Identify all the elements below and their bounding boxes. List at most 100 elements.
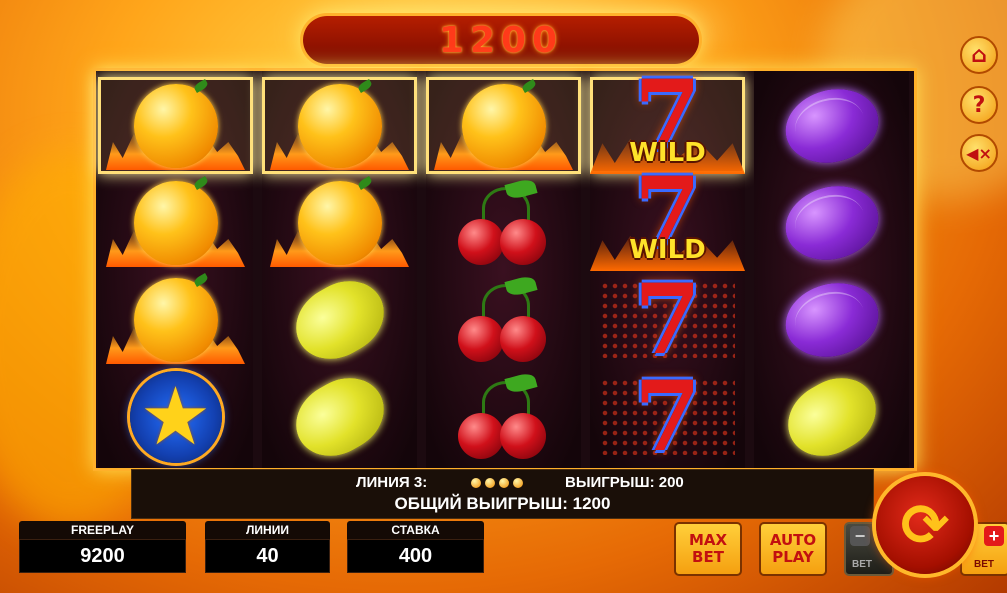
orange-icon: [461, 78, 546, 168]
symbol: [98, 174, 253, 271]
reel-cell: [262, 266, 417, 373]
orange-icon: [471, 478, 481, 488]
symbol: [426, 368, 581, 465]
lemon-icon: [774, 363, 889, 470]
orange-icon: [133, 175, 218, 265]
lines-label: ЛИНИИ: [205, 521, 330, 539]
max-bet-label: BET: [692, 548, 724, 566]
orange-icon: [485, 478, 495, 488]
line-number-label: ЛИНИЯ 3:: [356, 474, 428, 491]
freeplay-display: FREEPLAY 9200: [19, 521, 186, 573]
reel-cell: [98, 271, 253, 368]
reel-2: [262, 71, 417, 470]
symbol: [262, 266, 417, 373]
plum-icon: [776, 272, 887, 367]
lines-value: 40: [205, 539, 330, 573]
reel-cell: 7: [590, 368, 745, 465]
symbol: [754, 77, 909, 174]
reel-cell: [98, 174, 253, 271]
plum-icon: [776, 175, 887, 270]
symbol: [262, 77, 417, 174]
minus-icon: −: [850, 526, 870, 546]
reel-cell: [426, 174, 581, 271]
reel-cell: 7: [590, 271, 745, 368]
help-icon: ?: [972, 92, 986, 118]
reels-area: ★ 7 WILD 7 WILD 7 7: [93, 67, 917, 471]
symbol: 7 WILD: [590, 164, 745, 271]
reel-cell: [754, 174, 909, 271]
win-counter: 1200: [303, 16, 699, 64]
symbol: [98, 271, 253, 368]
cherry-icon: [454, 370, 554, 459]
sound-off-icon: ◀×: [966, 143, 992, 163]
auto-play-label: PLAY: [772, 548, 814, 566]
reel-3: [426, 71, 581, 468]
max-bet-button[interactable]: MAX BET: [674, 522, 742, 576]
lines-display: ЛИНИИ 40: [205, 521, 330, 573]
orange-icon: [499, 478, 509, 488]
line-win-label: ВЫИГРЫШ: 200: [565, 474, 684, 491]
help-button[interactable]: ?: [960, 86, 998, 124]
freeplay-value: 9200: [19, 539, 186, 573]
symbol: ★: [98, 368, 253, 465]
home-icon: ⌂: [971, 42, 987, 68]
max-bet-label: MAX: [688, 531, 728, 549]
spin-icon: ⟳: [900, 491, 950, 559]
symbol: 7: [590, 271, 745, 368]
symbol: [754, 174, 909, 271]
symbol: [754, 363, 909, 470]
win-counter-value: 1200: [438, 19, 564, 61]
spin-button[interactable]: ⟳: [876, 476, 974, 574]
star-scatter-icon: ★: [129, 370, 222, 463]
symbol: [426, 174, 581, 271]
plum-icon: [776, 78, 887, 173]
auto-play-label: AUTO: [769, 531, 817, 549]
reel-cell: [754, 271, 909, 368]
symbol: [262, 174, 417, 271]
orange-icon: [297, 175, 382, 265]
orange-icon: [513, 478, 523, 488]
symbol: [426, 77, 581, 174]
reel-cell: [754, 363, 909, 470]
sound-button[interactable]: ◀×: [960, 134, 998, 172]
reel-cell: [98, 77, 253, 174]
win-info-panel: ЛИНИЯ 3: ВЫИГРЫШ: 200 ОБЩИЙ ВЫИГРЫШ: 120…: [131, 469, 874, 519]
bet-minus-label: BET: [852, 559, 872, 570]
reel-cell: [262, 77, 417, 174]
total-win-label: ОБЩИЙ ВЫИГРЫШ: 1200: [394, 494, 611, 513]
symbol: [426, 271, 581, 368]
seven-icon: 7: [634, 359, 701, 473]
bet-display: СТАВКА 400: [347, 521, 484, 573]
symbol: [262, 363, 417, 470]
reel-cell: [426, 368, 581, 465]
lemon-icon: [282, 266, 397, 373]
bet-value: 400: [347, 539, 484, 573]
reel-cell: [426, 77, 581, 174]
lemon-icon: [282, 363, 397, 470]
reel-4: 7 WILD 7 WILD 7 7: [590, 67, 745, 468]
auto-play-button[interactable]: AUTO PLAY: [759, 522, 827, 576]
symbol: 7: [590, 368, 745, 465]
freeplay-label: FREEPLAY: [19, 521, 186, 539]
orange-icon: [133, 78, 218, 168]
reel-cell: 7 WILD: [590, 164, 745, 271]
cherry-icon: [454, 273, 554, 362]
reel-cell: [426, 271, 581, 368]
reel-cell: ★: [98, 368, 253, 465]
symbol: [754, 271, 909, 368]
orange-icon: [133, 272, 218, 362]
reel-1: ★: [98, 71, 253, 468]
symbol: [98, 77, 253, 174]
reel-5: [754, 71, 909, 470]
home-button[interactable]: ⌂: [960, 36, 998, 74]
reel-cell: [262, 363, 417, 470]
reel-cell: [262, 174, 417, 271]
reel-cell: [754, 77, 909, 174]
plus-icon: +: [984, 526, 1004, 546]
bet-label: СТАВКА: [347, 521, 484, 539]
bet-plus-label: BET: [974, 559, 994, 570]
cherry-icon: [454, 176, 554, 265]
line-symbols: [471, 475, 527, 492]
seven-icon: 7: [634, 262, 701, 376]
wild-label: WILD: [629, 235, 706, 265]
